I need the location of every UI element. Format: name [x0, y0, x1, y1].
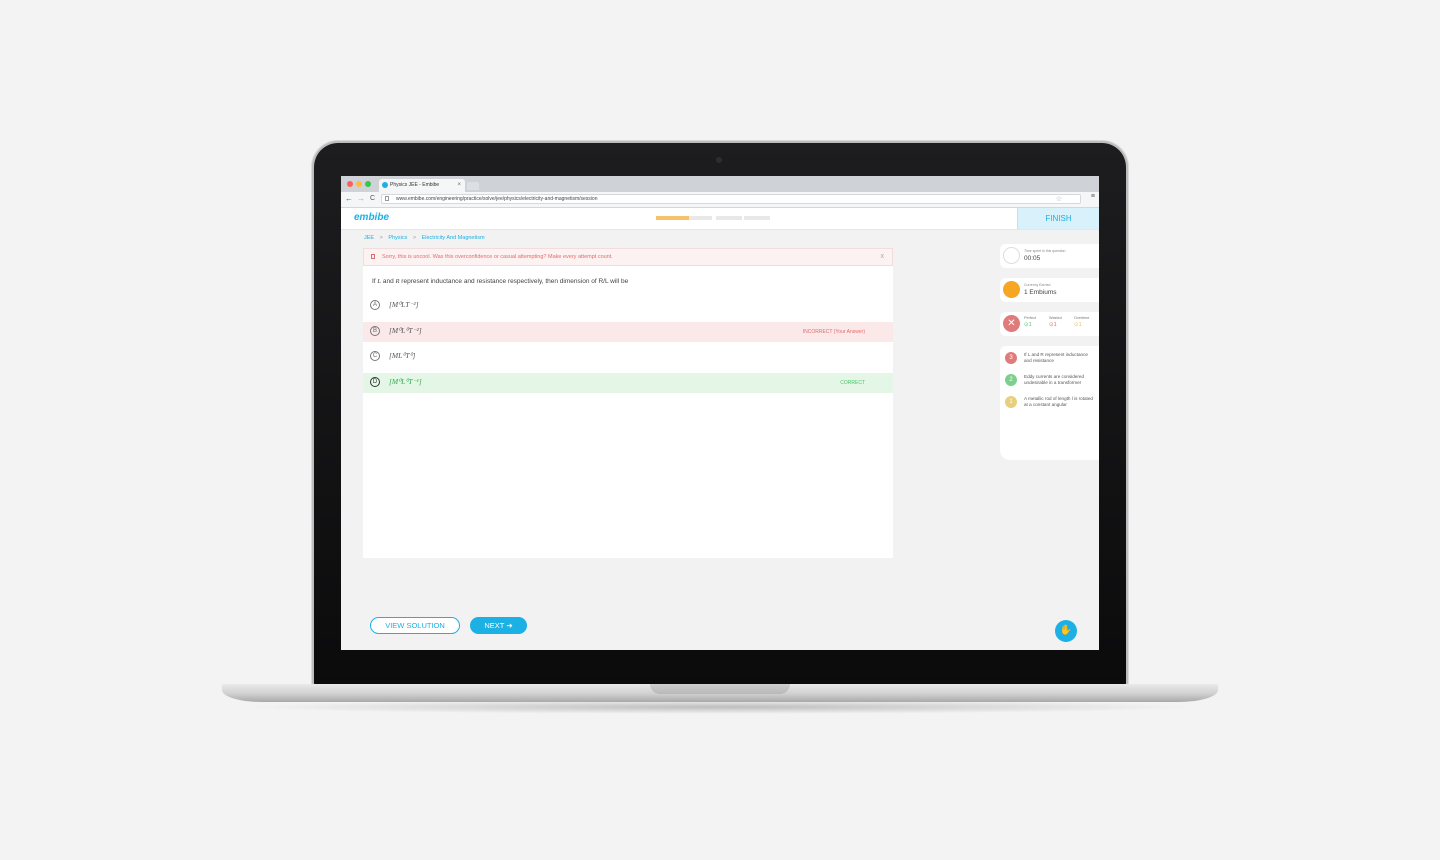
next-button[interactable]: NEXT ➔	[470, 617, 527, 634]
option-letter: A	[370, 300, 380, 310]
tab-close-icon[interactable]: ×	[457, 179, 461, 192]
question-text: If L and R represent inductance and resi…	[372, 278, 628, 285]
maximize-window-icon[interactable]	[365, 181, 371, 187]
alert-text: Sorry, this is uncool. Was this overconf…	[382, 254, 613, 260]
progress-fill	[656, 216, 689, 220]
currency-value: 1 Embiums	[1024, 289, 1057, 296]
question-suffix: represent inductance and resistance resp…	[399, 278, 629, 285]
overtime-value: ⊙1	[1074, 322, 1082, 328]
attempt-stats-card: ✕ Perfect ⊙1 Wasted ⊙1 Overtime ⊙1	[1000, 312, 1099, 336]
browser-menu-icon[interactable]: ≡	[1091, 193, 1095, 201]
option-math: [M⁰L⁰T⁻¹]	[389, 377, 422, 386]
favicon-icon	[382, 182, 388, 188]
browser-navbar: ← → C www.embibe.com/engineering/practic…	[341, 192, 1099, 208]
option-math: [M⁰LT⁻²]	[389, 300, 419, 309]
session-progress	[656, 216, 770, 220]
close-window-icon[interactable]	[347, 181, 353, 187]
question-card: Sorry, this is uncool. Was this overconf…	[363, 248, 893, 558]
time-spent-card: Time spent in this question 00:05	[1000, 244, 1099, 268]
history-number: 1	[1005, 396, 1017, 408]
option-b[interactable]: B [M⁰L⁰T⁻²] INCORRECT (Your Answer)	[363, 322, 893, 342]
breadcrumb-physics[interactable]: Physics	[388, 235, 407, 241]
wasted-value: ⊙1	[1049, 322, 1057, 328]
time-value: 00:05	[1024, 255, 1041, 262]
app-header: embibe FINISH	[341, 208, 1099, 230]
finish-button[interactable]: FINISH	[1017, 208, 1099, 229]
breadcrumb-jee[interactable]: JEE	[364, 235, 374, 241]
view-solution-button[interactable]: VIEW SOLUTION	[370, 617, 460, 634]
option-c[interactable]: C [ML⁰T⁰]	[363, 347, 893, 367]
question-history-card: 3 If L and R represent inductance and re…	[1000, 346, 1099, 460]
wasted-label: Wasted	[1049, 316, 1062, 320]
tab-title: Physics JEE - Embibe	[390, 182, 440, 188]
option-math: [ML⁰T⁰]	[389, 351, 416, 360]
reload-icon[interactable]: C	[370, 194, 375, 204]
coin-icon	[1003, 281, 1020, 298]
history-text: A metallic rod of length l is rotated at…	[1024, 396, 1093, 407]
option-letter: B	[370, 326, 380, 336]
history-item[interactable]: 1 A metallic rod of length l is rotated …	[1003, 396, 1097, 414]
perfect-value: ⊙1	[1024, 322, 1032, 328]
progress-segment	[744, 216, 770, 220]
embibe-logo[interactable]: embibe	[354, 212, 389, 223]
alert-close-icon[interactable]: x	[881, 249, 885, 265]
camera-dot	[716, 157, 722, 163]
history-text: If L and R represent inductance and resi…	[1024, 352, 1088, 363]
trash-icon	[371, 254, 375, 259]
option-d[interactable]: D [M⁰L⁰T⁻¹] CORRECT	[363, 373, 893, 393]
breadcrumb-separator: >	[379, 235, 383, 241]
option-letter: C	[370, 351, 380, 361]
breadcrumb-separator: >	[412, 235, 417, 241]
history-item[interactable]: 2 Eddy currents are considered undesirab…	[1003, 374, 1097, 392]
currency-card: Currency Earned 1 Embiums	[1000, 278, 1099, 302]
bookmark-star-icon[interactable]: ☆	[1056, 196, 1062, 204]
breadcrumb-chapter[interactable]: Electricity And Magnetism	[422, 235, 485, 241]
option-letter: D	[370, 377, 380, 387]
page-icon	[385, 196, 389, 201]
currency-title: Currency Earned	[1024, 283, 1051, 287]
back-icon[interactable]: ←	[345, 194, 353, 204]
new-tab-button[interactable]	[467, 182, 479, 190]
url-text: www.embibe.com/engineering/practice/solv…	[396, 196, 598, 202]
option-math: [M⁰L⁰T⁻²]	[389, 326, 422, 335]
history-number: 2	[1005, 374, 1017, 386]
forward-icon[interactable]: →	[357, 194, 365, 204]
question-mid: and	[381, 278, 396, 285]
time-title: Time spent in this question	[1024, 249, 1066, 253]
feedback-alert: Sorry, this is uncool. Was this overconf…	[363, 248, 893, 266]
address-bar[interactable]: www.embibe.com/engineering/practice/solv…	[381, 194, 1081, 204]
progress-segment	[716, 216, 742, 220]
overtime-label: Overtime	[1074, 316, 1090, 320]
browser-tab[interactable]: Physics JEE - Embibe ×	[379, 179, 465, 192]
clock-icon	[1003, 247, 1020, 264]
perfect-label: Perfect	[1024, 316, 1037, 320]
history-number: 3	[1005, 352, 1017, 364]
cross-icon: ✕	[1003, 315, 1020, 332]
option-status: CORRECT	[840, 380, 865, 386]
help-hands-icon[interactable]: ✋	[1055, 620, 1077, 642]
browser-tabbar: Physics JEE - Embibe ×	[341, 176, 1099, 192]
history-item[interactable]: 3 If L and R represent inductance and re…	[1003, 352, 1097, 370]
history-text: Eddy currents are considered undesirable…	[1024, 374, 1085, 385]
screen: Physics JEE - Embibe × ← → C www.embibe.…	[341, 176, 1099, 650]
option-status: INCORRECT (Your Answer)	[802, 329, 865, 335]
progress-segment	[686, 216, 712, 220]
laptop-shadow	[240, 700, 1200, 714]
laptop-notch	[650, 684, 790, 694]
minimize-window-icon[interactable]	[356, 181, 362, 187]
option-a[interactable]: A [M⁰LT⁻²]	[363, 296, 893, 316]
breadcrumb: JEE > Physics > Electricity And Magnetis…	[364, 235, 485, 241]
